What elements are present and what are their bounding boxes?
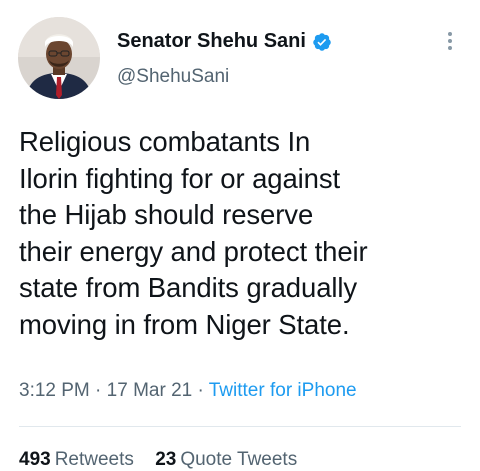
author-name-row[interactable]: Senator Shehu Sani	[117, 30, 332, 53]
tweet-source-link[interactable]: Twitter for iPhone	[209, 380, 357, 401]
author-display-name[interactable]: Senator Shehu Sani	[117, 30, 306, 53]
retweets-label: Retweets	[54, 449, 134, 470]
meta-separator: ·	[95, 380, 102, 401]
author-handle[interactable]: @ShehuSani	[117, 66, 229, 88]
verified-badge-icon	[312, 32, 332, 52]
divider	[19, 426, 461, 427]
tweet-detail: Senator Shehu Sani @ShehuSani Religious …	[0, 0, 480, 470]
tweet-date[interactable]: 17 Mar 21	[107, 380, 193, 401]
tweet-meta: 3:12 PM · 17 Mar 21 · Twitter for iPhone	[19, 380, 357, 402]
retweets-stat[interactable]: 493 Retweets	[19, 449, 139, 470]
quote-tweets-label: Quote Tweets	[180, 449, 298, 470]
retweets-count: 493	[19, 449, 51, 470]
meta-separator: ·	[197, 380, 204, 401]
quote-tweets-stat[interactable]: 23 Quote Tweets	[155, 449, 297, 470]
avatar[interactable]	[18, 17, 100, 99]
tweet-text: Religious combatants In Ilorin fighting …	[19, 126, 368, 340]
profile-photo-icon	[18, 17, 100, 99]
tweet-time[interactable]: 3:12 PM	[19, 380, 90, 401]
more-vertical-icon[interactable]	[440, 28, 460, 54]
quote-tweets-count: 23	[155, 449, 177, 470]
tweet-stats: 493 Retweets 23 Quote Tweets	[19, 449, 313, 471]
